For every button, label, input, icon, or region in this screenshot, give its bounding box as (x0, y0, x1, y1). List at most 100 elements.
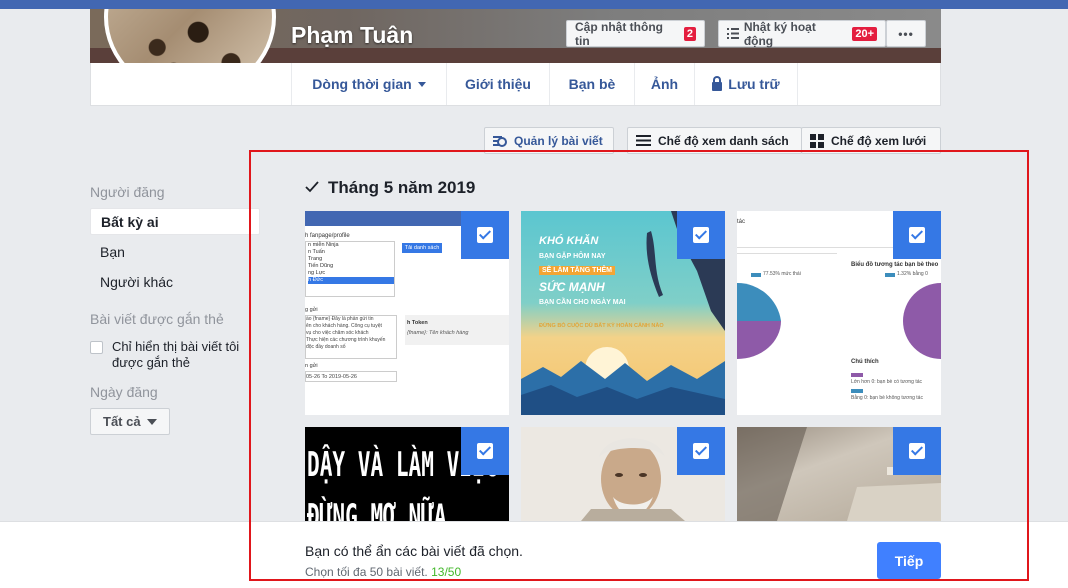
legend-swatch (751, 273, 761, 277)
profile-nav-bar: Dòng thời gian Giới thiệu Bạn bè Ảnh Lưu… (90, 63, 941, 106)
list-view-label: Chế độ xem danh sách (658, 133, 789, 148)
tile-list-item: n Tuấn (308, 249, 325, 255)
tile-text: h Token (407, 320, 428, 326)
tab-photos[interactable]: Ảnh (634, 63, 694, 105)
profile-name[interactable]: Phạm Tuân (291, 22, 413, 49)
tab-about-label: Giới thiệu (465, 76, 531, 92)
tile-list-item: ng Lực (308, 270, 326, 276)
poster-option-you[interactable]: Bạn (90, 238, 260, 265)
tile-text: Biểu đồ tương tác bạn bè theo (851, 262, 939, 268)
tile-text: tác (737, 219, 746, 225)
legend-swatch (885, 273, 895, 277)
next-button[interactable]: Tiếp (877, 542, 941, 579)
tile-select-checkbox[interactable] (461, 427, 509, 475)
tile-list-item: n miễn Ninja (308, 242, 339, 248)
legend-swatch (851, 389, 863, 393)
grid-view-label: Chế độ xem lưới (831, 133, 927, 148)
manage-posts-label: Quản lý bài viết (514, 133, 603, 148)
tab-timeline[interactable]: Dòng thời gian (291, 63, 446, 105)
selection-limit-label: Chọn tối đa 50 bài viết. (305, 565, 428, 579)
date-filter-select[interactable]: Tất cả (90, 408, 170, 435)
tile-select-checkbox[interactable] (893, 427, 941, 475)
chevron-down-icon (417, 81, 426, 87)
tile-text: Lớn hơn 0: bạn bè có tương tác (851, 379, 923, 385)
tile-text: ào {fname} Đây là phần gửi tin ên cho kh… (305, 315, 397, 359)
tile-select-checkbox[interactable] (461, 211, 509, 259)
checkmark-icon (693, 227, 709, 243)
tile-text: SẼ LÀM TĂNG THÊM (539, 266, 615, 275)
checkmark-icon (909, 227, 925, 243)
more-icon: ••• (898, 26, 914, 41)
hide-posts-message: Bạn có thể ẩn các bài viết đã chọn. (305, 543, 523, 559)
tile-text: 05-26 To 2019-05-26 (305, 371, 397, 382)
tile-text: ĐỪNG BỎ CUỘC DÙ BẤT KỲ HOÀN CẢNH NÀO (539, 323, 664, 329)
profile-avatar[interactable] (104, 9, 276, 63)
lock-icon (712, 75, 723, 91)
activity-log-button[interactable]: Nhật ký hoạt động 20+ (718, 19, 886, 48)
list-view-icon (636, 135, 651, 146)
tile-list: n miễn Ninja n Tuấn Trang Tiến Dũng ng L… (305, 241, 395, 297)
tile-text: ĐỪNG MƠ NỮA (307, 497, 447, 521)
poster-filter-heading: Người đăng (90, 184, 165, 200)
tile-list-item: Tiến Dũng (308, 263, 334, 269)
tile-select-checkbox[interactable] (677, 211, 725, 259)
checkmark-icon (477, 227, 493, 243)
post-tile[interactable]: h fanpage/profile n miễn Ninja n Tuấn Tr… (305, 211, 509, 415)
tile-text: BẠN CẦN CHO NGÀY MAI (539, 299, 626, 306)
poster-option-others[interactable]: Người khác (90, 268, 260, 295)
update-info-badge: 2 (683, 26, 696, 41)
tagged-only-label[interactable]: Chỉ hiển thị bài viết tôi được gắn thẻ (112, 339, 272, 371)
tile-list-item: h Đức (308, 277, 394, 284)
chevron-down-icon (146, 418, 157, 425)
tile-button: Tải danh sách (402, 243, 442, 253)
date-filter-heading: Ngày đăng (90, 384, 158, 400)
tile-select-checkbox[interactable] (677, 427, 725, 475)
tile-text: KHÓ KHĂN (539, 235, 599, 247)
tile-text: Chú thích (851, 359, 879, 365)
tile-text: 77.53% mức thái (763, 271, 801, 277)
update-info-label: Cập nhật thông tin (575, 19, 663, 48)
more-options-button[interactable]: ••• (886, 20, 926, 47)
tab-about[interactable]: Giới thiệu (446, 63, 549, 105)
pie-charts (737, 282, 941, 359)
tile-text: BẠN GẶP HÔM NAY (539, 253, 606, 260)
tab-timeline-label: Dòng thời gian (312, 76, 412, 92)
tab-friends-label: Bạn bè (568, 76, 616, 92)
tab-friends[interactable]: Bạn bè (549, 63, 634, 105)
tile-text: Bằng 0: bạn bè không tương tác (851, 395, 923, 401)
tile-list-item: Trang (308, 256, 323, 262)
selection-limit-text: Chọn tối đa 50 bài viết. 13/50 (305, 565, 461, 579)
tile-text: h fanpage/profile (305, 233, 350, 239)
tile-text: 1.32% bằng 0 (897, 271, 928, 277)
post-tile[interactable]: DẬY VÀ LÀM VIỆC ĐỪNG MƠ NỮA (305, 427, 509, 521)
legend-swatch (851, 373, 863, 377)
checkmark-icon (477, 443, 493, 459)
tile-text: {fname}: Tên khách hàng (407, 330, 469, 336)
grid-view-button[interactable]: Chế độ xem lưới (801, 127, 941, 154)
activity-log-label: Nhật ký hoạt động (743, 19, 816, 48)
tab-archive[interactable]: Lưu trữ (694, 63, 798, 105)
manage-posts-button[interactable]: Quản lý bài viết (484, 127, 614, 154)
update-info-button[interactable]: Cập nhật thông tin 2 (566, 19, 705, 48)
tab-archive-label: Lưu trữ (728, 76, 780, 92)
checkmark-icon (909, 443, 925, 459)
post-tile[interactable] (521, 427, 725, 521)
tagged-filter-heading: Bài viết được gắn thẻ (90, 311, 224, 327)
post-tile[interactable]: KHÓ KHĂN BẠN GẶP HÔM NAY SẼ LÀM TĂNG THÊ… (521, 211, 725, 415)
manage-posts-icon (493, 135, 507, 147)
tile-text: SỨC MẠNH (539, 280, 605, 294)
tile-text: n gửi (305, 363, 318, 369)
poster-option-anyone[interactable]: Bất kỳ ai (90, 208, 260, 235)
activity-log-badge: 20+ (852, 26, 877, 41)
top-navigation-bar (0, 0, 1068, 9)
tile-divider (737, 253, 837, 254)
list-icon (727, 28, 739, 39)
date-filter-value: Tất cả (103, 414, 141, 429)
list-view-button[interactable]: Chế độ xem danh sách (627, 127, 802, 154)
month-select-check-icon[interactable] (305, 181, 319, 193)
tile-select-checkbox[interactable] (893, 211, 941, 259)
tagged-only-checkbox[interactable] (90, 341, 103, 354)
post-tile[interactable] (737, 427, 941, 521)
month-title: Tháng 5 năm 2019 (328, 178, 476, 197)
post-tile[interactable]: tác Biểu đồ tương tác bạn bè theo 77.53%… (737, 211, 941, 415)
